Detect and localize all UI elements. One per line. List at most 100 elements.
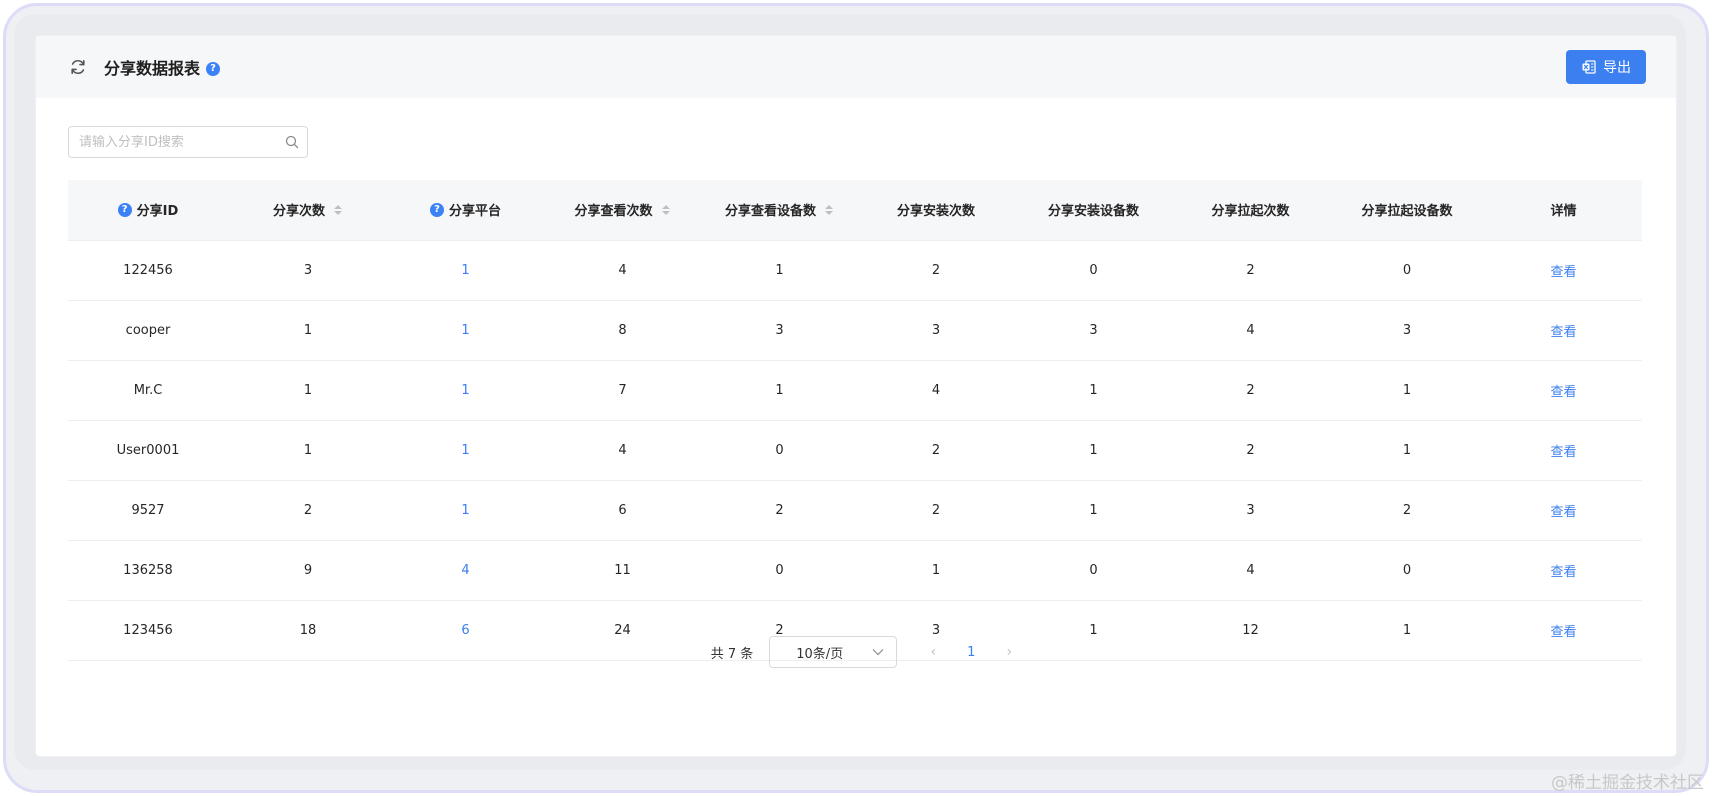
prev-page-button[interactable]: ‹ bbox=[921, 640, 945, 664]
watermark: @稀土掘金技术社区 bbox=[1551, 773, 1704, 793]
install-devices-cell: 0 bbox=[1089, 562, 1098, 578]
excel-icon bbox=[1582, 60, 1596, 74]
table-cell: 0 bbox=[1015, 240, 1172, 301]
view-count-cell: 11 bbox=[614, 562, 631, 578]
table-cell: 122456 bbox=[68, 240, 228, 301]
view-devices-cell: 2 bbox=[775, 502, 784, 518]
sort-icon[interactable] bbox=[824, 204, 834, 216]
search-input[interactable] bbox=[79, 134, 285, 150]
share-count-cell: 1 bbox=[303, 382, 313, 398]
table-cell: 9527 bbox=[68, 480, 228, 541]
table-cell: 3 bbox=[228, 240, 388, 301]
refresh-icon[interactable] bbox=[68, 57, 88, 77]
table-cell: 1 bbox=[1015, 480, 1172, 541]
platform-link[interactable]: 1 bbox=[461, 383, 469, 398]
report-card: 分享数据报表 ? 导出 ? 分享ID 分享次数? 分享平台 分享查看次数 分享查看设备数 分… bbox=[36, 36, 1676, 756]
column-header-content: 分享查看设备数 bbox=[725, 200, 834, 219]
table-cell: 9 bbox=[228, 540, 388, 601]
column-header-label: 分享查看次数 bbox=[574, 204, 653, 220]
launch-count-cell: 2 bbox=[1246, 262, 1255, 278]
column-header-label: 分享查看设备数 bbox=[724, 204, 816, 220]
launch-count-cell: 4 bbox=[1246, 562, 1255, 578]
install-count-cell: 2 bbox=[931, 502, 941, 518]
view-count-cell: 6 bbox=[618, 502, 627, 518]
table-cell: 1 bbox=[1329, 360, 1485, 421]
column-header[interactable]: 分享查看设备数 bbox=[702, 180, 857, 241]
share-count-cell: 2 bbox=[303, 502, 313, 518]
launch-devices-cell: 1 bbox=[1402, 382, 1412, 398]
table-cell: 3 bbox=[1015, 300, 1172, 361]
column-header-label: 详情 bbox=[1550, 204, 1577, 220]
column-header-label: 分享安装次数 bbox=[896, 204, 975, 220]
column-header-content: 分享拉起设备数 bbox=[1361, 200, 1452, 219]
table-cell: 查看 bbox=[1485, 240, 1642, 301]
table-cell: 1 bbox=[857, 540, 1015, 601]
view-detail-link[interactable]: 查看 bbox=[1550, 565, 1576, 580]
column-header-content: ? 分享ID bbox=[117, 200, 178, 219]
help-icon[interactable]: ? bbox=[206, 62, 221, 76]
table-cell: 查看 bbox=[1485, 420, 1642, 481]
column-header: ? 分享ID bbox=[68, 180, 228, 241]
table-cell: 2 bbox=[1329, 480, 1485, 541]
table-cell: 1 bbox=[228, 420, 388, 481]
view-detail-link[interactable]: 查看 bbox=[1550, 445, 1576, 460]
table-cell: 6 bbox=[543, 480, 702, 541]
table-cell: 2 bbox=[1172, 240, 1329, 301]
sort-icon[interactable] bbox=[333, 204, 343, 216]
table-cell: 2 bbox=[857, 420, 1015, 481]
search-icon[interactable] bbox=[285, 135, 299, 149]
table-cell: 4 bbox=[1172, 540, 1329, 601]
page-number-current[interactable]: 1 bbox=[955, 645, 987, 660]
help-icon[interactable]: ? bbox=[429, 202, 444, 217]
table-cell: 2 bbox=[1172, 420, 1329, 481]
table-cell: 1 bbox=[388, 480, 543, 541]
export-label: 导出 bbox=[1603, 60, 1631, 76]
table-cell: 查看 bbox=[1485, 300, 1642, 361]
table-row: 136258 9 4 11 0 1 0 4 0 查看 bbox=[68, 540, 1642, 601]
column-header[interactable]: 分享查看次数 bbox=[543, 180, 702, 241]
share-count-cell: 1 bbox=[303, 442, 313, 458]
card-header: 分享数据报表 ? 导出 bbox=[36, 36, 1676, 98]
table-cell: User0001 bbox=[68, 420, 228, 481]
platform-link[interactable]: 4 bbox=[461, 563, 469, 578]
platform-link[interactable]: 1 bbox=[461, 323, 469, 338]
column-header[interactable]: 分享次数 bbox=[228, 180, 388, 241]
platform-link[interactable]: 1 bbox=[461, 503, 469, 518]
share-id-cell: cooper bbox=[125, 322, 171, 338]
table-cell: 查看 bbox=[1485, 540, 1642, 601]
view-detail-link[interactable]: 查看 bbox=[1550, 385, 1576, 400]
help-icon[interactable]: ? bbox=[117, 202, 132, 217]
share-count-cell: 3 bbox=[303, 262, 313, 278]
table-cell: 1 bbox=[228, 300, 388, 361]
table-cell: 查看 bbox=[1485, 360, 1642, 421]
table-cell: 2 bbox=[857, 480, 1015, 541]
table-cell: Mr.C bbox=[68, 360, 228, 421]
platform-link[interactable]: 1 bbox=[461, 443, 469, 458]
table-row: Mr.C 1 1 7 1 4 1 2 1 查看 bbox=[68, 360, 1642, 421]
install-count-cell: 4 bbox=[931, 382, 941, 398]
launch-devices-cell: 1 bbox=[1402, 442, 1412, 458]
table-header-row: ? 分享ID 分享次数? 分享平台 分享查看次数 分享查看设备数 分享安装次数 分享安装设备数… bbox=[68, 180, 1642, 241]
column-header-content: 分享拉起次数 bbox=[1211, 200, 1289, 219]
next-page-button[interactable]: › bbox=[997, 640, 1021, 664]
table-cell: 136258 bbox=[68, 540, 228, 601]
view-detail-link[interactable]: 查看 bbox=[1550, 265, 1576, 280]
sort-icon[interactable] bbox=[661, 204, 671, 216]
table-cell: 1 bbox=[1329, 420, 1485, 481]
table-cell: 11 bbox=[543, 540, 702, 601]
view-detail-link[interactable]: 查看 bbox=[1550, 505, 1576, 520]
install-count-cell: 2 bbox=[931, 262, 941, 278]
platform-link[interactable]: 1 bbox=[461, 263, 469, 278]
launch-devices-cell: 0 bbox=[1402, 262, 1412, 278]
install-devices-cell: 1 bbox=[1089, 382, 1098, 398]
page-size-select[interactable]: 10条/页 bbox=[769, 636, 898, 668]
search-box[interactable] bbox=[68, 126, 308, 158]
table-row: 9527 2 1 6 2 2 1 3 2 查看 bbox=[68, 480, 1642, 541]
table-cell: 3 bbox=[1329, 300, 1485, 361]
view-detail-link[interactable]: 查看 bbox=[1550, 325, 1576, 340]
column-header-label: 分享安装设备数 bbox=[1047, 204, 1139, 220]
launch-count-cell: 2 bbox=[1246, 382, 1255, 398]
table-cell: 1 bbox=[702, 360, 857, 421]
table-cell: 4 bbox=[543, 420, 702, 481]
export-button[interactable]: 导出 bbox=[1566, 50, 1646, 84]
